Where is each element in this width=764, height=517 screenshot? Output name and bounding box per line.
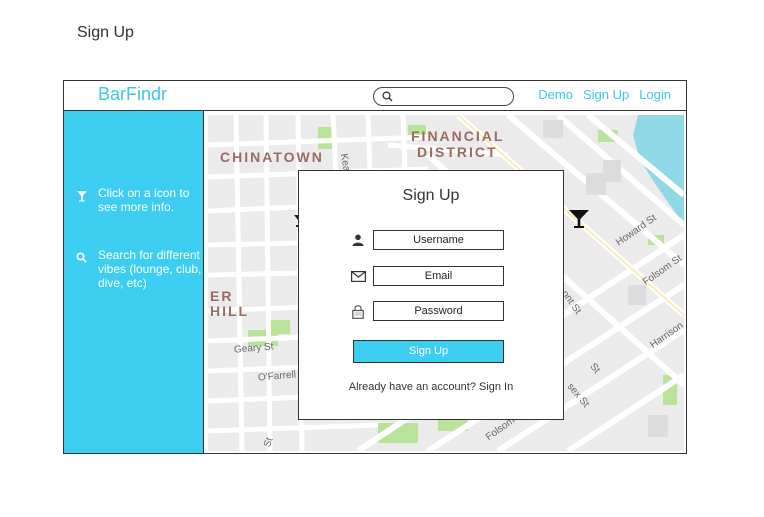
brand-logo[interactable]: BarFindr bbox=[98, 84, 167, 105]
nav-link-demo[interactable]: Demo bbox=[538, 87, 573, 102]
email-field[interactable] bbox=[373, 266, 504, 286]
username-field[interactable] bbox=[373, 230, 504, 250]
sidebar-tip-search: Search for different vibes (lounge, club… bbox=[76, 248, 204, 290]
search-input[interactable] bbox=[396, 90, 506, 103]
martini-glass-icon[interactable] bbox=[568, 209, 590, 229]
district-label-district: DISTRICT bbox=[417, 144, 498, 160]
nav-link-login[interactable]: Login bbox=[639, 87, 671, 102]
navbar: BarFindr Demo Sign Up Login bbox=[64, 81, 686, 111]
app-window: BarFindr Demo Sign Up Login Click on a i… bbox=[63, 80, 687, 454]
district-label-financial: FINANCIAL bbox=[411, 128, 505, 144]
password-row bbox=[350, 301, 504, 321]
user-icon bbox=[350, 234, 366, 246]
page-title: Sign Up bbox=[77, 24, 134, 41]
signin-link[interactable]: Already have an account? Sign In bbox=[299, 381, 563, 393]
lock-icon bbox=[350, 304, 366, 319]
email-row bbox=[350, 266, 504, 286]
signup-button[interactable]: Sign Up bbox=[353, 340, 504, 363]
nav-links: Demo Sign Up Login bbox=[538, 87, 671, 102]
district-label-chinatown: CHINATOWN bbox=[220, 149, 324, 165]
nav-link-signup[interactable]: Sign Up bbox=[583, 87, 629, 102]
search-box[interactable] bbox=[373, 87, 514, 106]
password-field[interactable] bbox=[373, 301, 504, 321]
sidebar-tip-text: Click on a icon to see more info. bbox=[98, 186, 190, 214]
signup-modal: Sign Up Sign Up Already have an account?… bbox=[298, 170, 564, 420]
sidebar-tip-text: Search for different vibes (lounge, club… bbox=[98, 248, 202, 290]
district-label-hill: HILL bbox=[210, 303, 250, 319]
search-icon bbox=[76, 252, 88, 263]
cocktail-icon bbox=[76, 190, 88, 202]
search-icon bbox=[382, 91, 393, 102]
modal-title: Sign Up bbox=[402, 187, 460, 204]
envelope-icon bbox=[350, 270, 366, 282]
sidebar-tip-click-icon: Click on a icon to see more info. bbox=[76, 186, 204, 214]
district-label-nob: ER bbox=[210, 288, 234, 304]
sidebar: Click on a icon to see more info. Search… bbox=[64, 111, 204, 453]
username-row bbox=[350, 230, 504, 250]
